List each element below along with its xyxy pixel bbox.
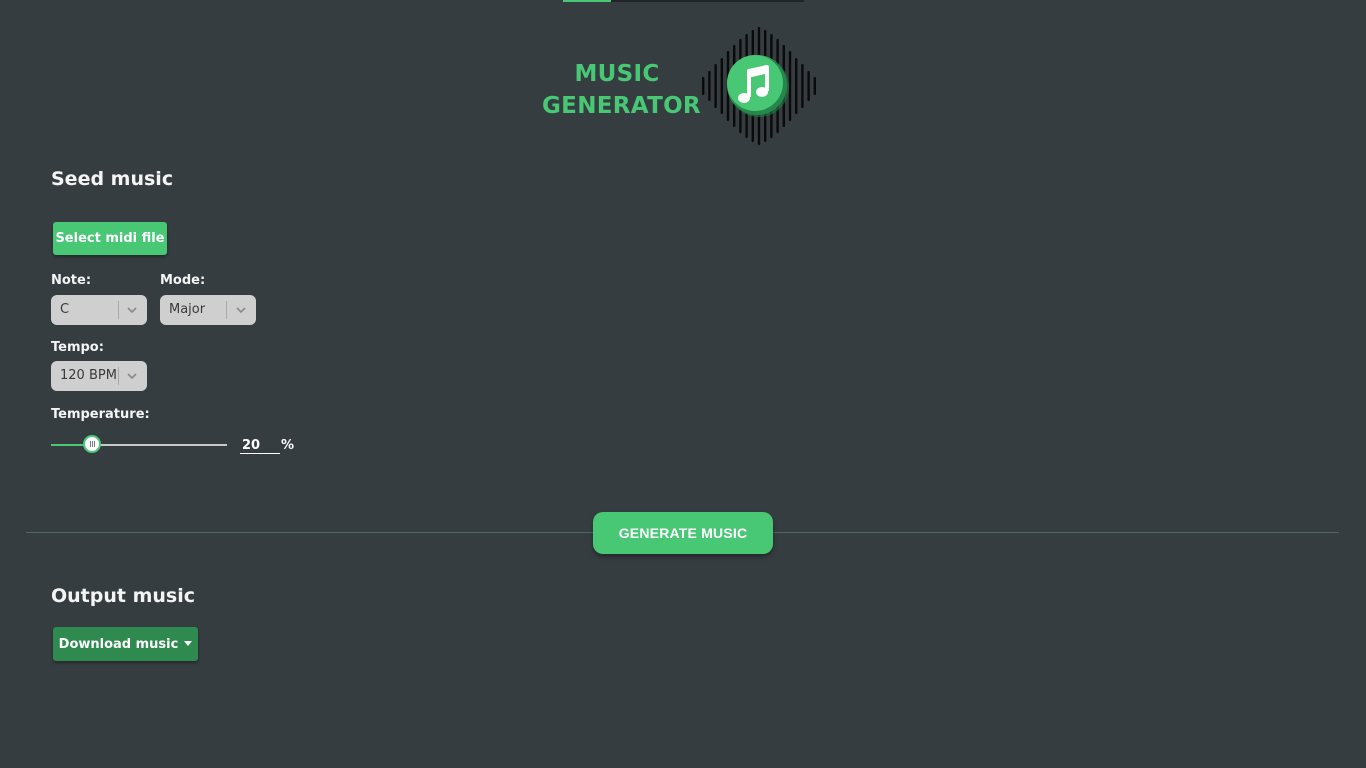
page: MUSIC GENERATOR Seed music Select midi f… bbox=[0, 0, 1366, 768]
grip-line bbox=[92, 441, 93, 447]
tempo-select[interactable]: 120 BPM bbox=[51, 361, 147, 391]
top-progress-fill bbox=[563, 0, 611, 2]
equalizer-bar bbox=[795, 58, 798, 114]
grip-line bbox=[94, 441, 95, 447]
download-music-button[interactable]: Download music bbox=[53, 627, 198, 661]
mode-label: Mode: bbox=[160, 273, 206, 288]
grip-line bbox=[90, 441, 91, 447]
generate-music-button[interactable]: GENERATE MUSIC bbox=[593, 512, 773, 554]
temperature-input[interactable] bbox=[240, 437, 280, 454]
tempo-select-separator bbox=[118, 367, 119, 385]
equalizer-bar bbox=[714, 64, 717, 108]
temperature-unit: % bbox=[281, 438, 295, 453]
equalizer-bar bbox=[813, 77, 816, 95]
equalizer-bar bbox=[702, 77, 705, 95]
note-select-separator bbox=[118, 301, 119, 319]
equalizer-bar bbox=[720, 58, 723, 114]
tempo-label: Tempo: bbox=[51, 340, 104, 355]
equalizer-bar bbox=[801, 64, 804, 108]
note-select[interactable]: C bbox=[51, 295, 147, 325]
chevron-down-icon bbox=[127, 307, 137, 314]
caret-down-icon bbox=[184, 640, 193, 646]
equalizer-bar bbox=[788, 51, 792, 121]
mode-select-separator bbox=[226, 301, 227, 319]
app-title: MUSIC GENERATOR bbox=[542, 58, 701, 122]
app-title-line-1: MUSIC bbox=[574, 61, 660, 87]
temperature-label: Temperature: bbox=[51, 407, 150, 422]
top-progress-bar bbox=[563, 0, 804, 2]
select-midi-file-button[interactable]: Select midi file bbox=[53, 222, 167, 255]
chevron-down-icon bbox=[236, 307, 246, 314]
mode-select-value: Major bbox=[169, 302, 206, 317]
temperature-slider[interactable] bbox=[51, 444, 227, 446]
temperature-slider-thumb[interactable] bbox=[83, 435, 101, 453]
download-music-label: Download music bbox=[58, 636, 179, 652]
equalizer-bar bbox=[807, 71, 810, 101]
mode-select[interactable]: Major bbox=[160, 295, 256, 325]
note-select-value: C bbox=[60, 302, 70, 317]
music-note-icon bbox=[702, 27, 816, 145]
app-title-line-2: GENERATOR bbox=[542, 93, 701, 119]
chevron-down-icon bbox=[127, 373, 137, 380]
equalizer-bar bbox=[708, 71, 711, 101]
tempo-select-value: 120 BPM bbox=[60, 368, 117, 383]
note-label: Note: bbox=[51, 273, 92, 288]
seed-music-title: Seed music bbox=[51, 168, 174, 190]
output-music-title: Output music bbox=[51, 585, 195, 607]
